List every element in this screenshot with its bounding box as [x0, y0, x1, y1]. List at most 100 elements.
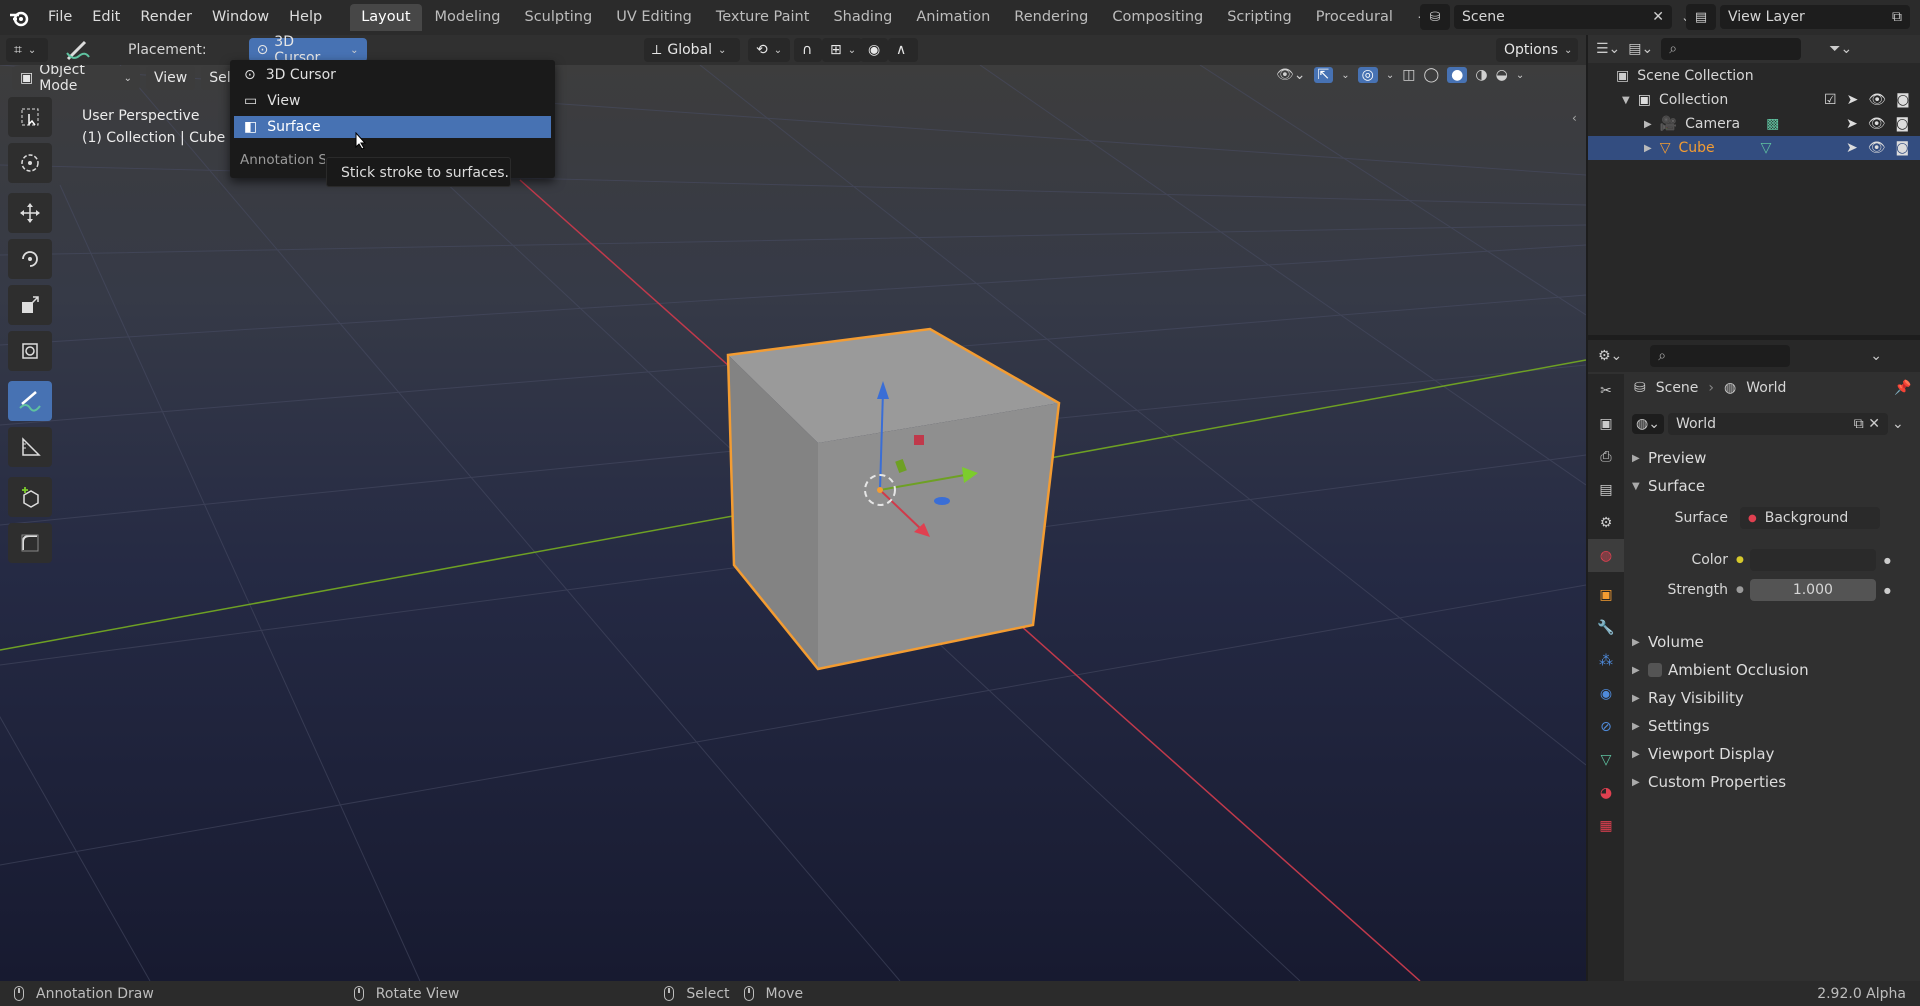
shading-options-icon[interactable]: ⌄ — [1516, 70, 1524, 81]
proportional-toggle[interactable]: ◉ — [860, 38, 888, 62]
world-tab-icon[interactable]: ◍ — [1588, 539, 1624, 572]
keyframe-dot-icon[interactable]: ● — [1884, 556, 1891, 565]
eye-icon[interactable]: 👁 — [1868, 116, 1886, 132]
select-arrow-icon[interactable]: ➤ — [1847, 92, 1859, 108]
viewport-display-panel[interactable]: ▶ Viewport Display — [1632, 742, 1918, 766]
properties-search[interactable]: ⌕ — [1650, 345, 1791, 367]
outliner-editor-icon[interactable]: ☰⌄ — [1596, 41, 1620, 57]
chevron-down-icon[interactable]: ⌄ — [1892, 416, 1904, 432]
blender-logo-icon[interactable] — [0, 0, 38, 35]
render-tab-icon[interactable]: ▣ — [1588, 407, 1624, 440]
keyframe-dot-icon[interactable]: ● — [1884, 586, 1891, 595]
transform-tool[interactable] — [8, 331, 52, 371]
view-layer-tab-icon[interactable]: ▤ — [1588, 473, 1624, 506]
pivot-dropdown[interactable]: ⟲ ⌄ — [748, 38, 790, 62]
tab-procedural[interactable]: Procedural — [1305, 4, 1404, 31]
expand-arrow-icon[interactable]: ▶ — [1644, 143, 1652, 154]
move-tool[interactable] — [8, 193, 52, 233]
constraints-tab-icon[interactable]: ⊘ — [1588, 710, 1624, 743]
collection-row[interactable]: ▼ ▣ Collection ☑ ➤ 👁 ◙ — [1588, 88, 1920, 112]
color-swatch[interactable] — [1749, 549, 1876, 571]
scene-collection-row[interactable]: ▣ Scene Collection — [1588, 64, 1920, 88]
tab-scripting[interactable]: Scripting — [1216, 4, 1302, 31]
ambient-occlusion-panel[interactable]: ▶ Ambient Occlusion — [1632, 658, 1918, 682]
option-3d-cursor[interactable]: ⊙ 3D Cursor — [234, 64, 551, 86]
strength-field[interactable]: 1.000 — [1749, 579, 1876, 601]
snap-dropdown[interactable]: ⊞ ⌄ — [822, 38, 862, 62]
xray-icon[interactable]: ◫ — [1402, 67, 1415, 83]
tab-texture-paint[interactable]: Texture Paint — [705, 4, 821, 31]
tab-compositing[interactable]: Compositing — [1101, 4, 1214, 31]
eye-icon[interactable]: 👁 — [1868, 140, 1886, 156]
preview-panel[interactable]: ▶ Preview — [1632, 446, 1918, 470]
outliner-item-cube[interactable]: ▶ ▽ Cube ▽ ➤ 👁 ◙ — [1588, 136, 1920, 160]
select-box-tool[interactable] — [8, 97, 52, 137]
expand-arrow-icon[interactable]: ▶ — [1644, 119, 1652, 130]
collapse-sidebar-arrow[interactable]: ‹ — [1572, 111, 1577, 125]
pin-icon[interactable]: 📌 — [1894, 380, 1911, 396]
measure-tool[interactable] — [8, 427, 52, 467]
texture-tab-icon[interactable]: ▦ — [1588, 809, 1624, 842]
add-curve-tool[interactable] — [8, 523, 52, 563]
particles-tab-icon[interactable]: ⁂ — [1588, 644, 1624, 677]
gizmo-icon[interactable]: ⇱ — [1313, 67, 1334, 83]
camera-render-icon[interactable]: ◙ — [1896, 92, 1910, 108]
menu-edit[interactable]: Edit — [82, 0, 130, 35]
tool-tab-icon[interactable]: ✂ — [1588, 374, 1624, 407]
settings-panel[interactable]: ▶ Settings — [1632, 714, 1918, 738]
rotate-tool[interactable] — [8, 239, 52, 279]
menu-window[interactable]: Window — [202, 0, 279, 35]
display-mode-icon[interactable]: ▤⌄ — [1628, 41, 1653, 57]
menu-help[interactable]: Help — [279, 0, 332, 35]
scene-name-field[interactable]: Scene ✕ — [1454, 5, 1672, 29]
physics-tab-icon[interactable]: ◉ — [1588, 677, 1624, 710]
select-arrow-icon[interactable]: ➤ — [1846, 140, 1858, 156]
view-layer-icon[interactable]: ▤ — [1686, 4, 1716, 30]
ray-visibility-panel[interactable]: ▶ Ray Visibility — [1632, 686, 1918, 710]
filter-icon[interactable]: ⏷⌄ — [1829, 41, 1852, 57]
tab-animation[interactable]: Animation — [905, 4, 1001, 31]
tab-sculpting[interactable]: Sculpting — [513, 4, 603, 31]
checkbox-icon[interactable]: ☑ — [1824, 92, 1837, 108]
output-tab-icon[interactable]: ⎙ — [1588, 440, 1624, 473]
surface-shader-field[interactable]: ● Background — [1740, 507, 1880, 529]
surface-panel[interactable]: ▼ Surface — [1632, 474, 1918, 498]
view-layer-field[interactable]: View Layer ⧉ — [1720, 5, 1910, 29]
mode-dropdown[interactable]: ▣ Object Mode ⌄ — [12, 65, 140, 94]
data-tab-icon[interactable]: ▽ — [1588, 743, 1624, 776]
option-surface[interactable]: ◧ Surface — [234, 116, 551, 138]
tab-rendering[interactable]: Rendering — [1003, 4, 1099, 31]
outliner-search[interactable]: ⌕ — [1661, 38, 1802, 60]
custom-properties-panel[interactable]: ▶ Custom Properties — [1632, 770, 1918, 794]
tab-modeling[interactable]: Modeling — [424, 4, 512, 31]
cursor-tool[interactable] — [8, 143, 52, 183]
world-name-field[interactable]: World ⧉ ✕ — [1667, 413, 1888, 435]
ao-checkbox[interactable] — [1648, 663, 1662, 677]
scale-tool[interactable] — [8, 285, 52, 325]
volume-panel[interactable]: ▶ Volume — [1632, 630, 1918, 654]
camera-render-icon[interactable]: ◙ — [1896, 116, 1910, 132]
material-tab-icon[interactable]: ◕ — [1588, 776, 1624, 809]
expand-arrow-icon[interactable]: ▼ — [1622, 95, 1630, 106]
strength-socket-icon[interactable]: ● — [1736, 585, 1744, 595]
duplicate-icon[interactable]: ⧉ ✕ — [1854, 416, 1880, 432]
snap-toggle[interactable]: ∩ — [794, 38, 822, 62]
outliner-item-camera[interactable]: ▶ 🎥 Camera ▩ ➤ 👁 ◙ — [1588, 112, 1920, 136]
camera-render-icon[interactable]: ◙ — [1896, 140, 1910, 156]
duplicate-icon[interactable]: ⧉ — [1892, 9, 1902, 25]
color-socket-icon[interactable]: ● — [1736, 555, 1744, 565]
solid-shading-icon[interactable]: ● — [1447, 67, 1468, 83]
tab-layout[interactable]: Layout — [350, 4, 422, 31]
select-arrow-icon[interactable]: ➤ — [1846, 116, 1858, 132]
camera-data-icon[interactable]: ▩ — [1766, 116, 1779, 132]
annotate-tool[interactable] — [8, 381, 52, 421]
world-browse-icon[interactable]: ◍⌄ — [1632, 414, 1664, 434]
add-cube-tool[interactable] — [8, 477, 52, 517]
option-view[interactable]: ▭ View — [234, 90, 551, 112]
scene-icon[interactable]: ⛁ — [1420, 4, 1450, 30]
scene-tab-icon[interactable]: ⚙ — [1588, 506, 1624, 539]
falloff-dropdown[interactable]: ∧ — [888, 38, 918, 62]
options-dropdown[interactable]: Options ⌄ — [1496, 38, 1578, 62]
modifier-tab-icon[interactable]: 🔧 — [1588, 611, 1624, 644]
properties-editor-icon[interactable]: ⚙⌄ — [1598, 348, 1622, 364]
